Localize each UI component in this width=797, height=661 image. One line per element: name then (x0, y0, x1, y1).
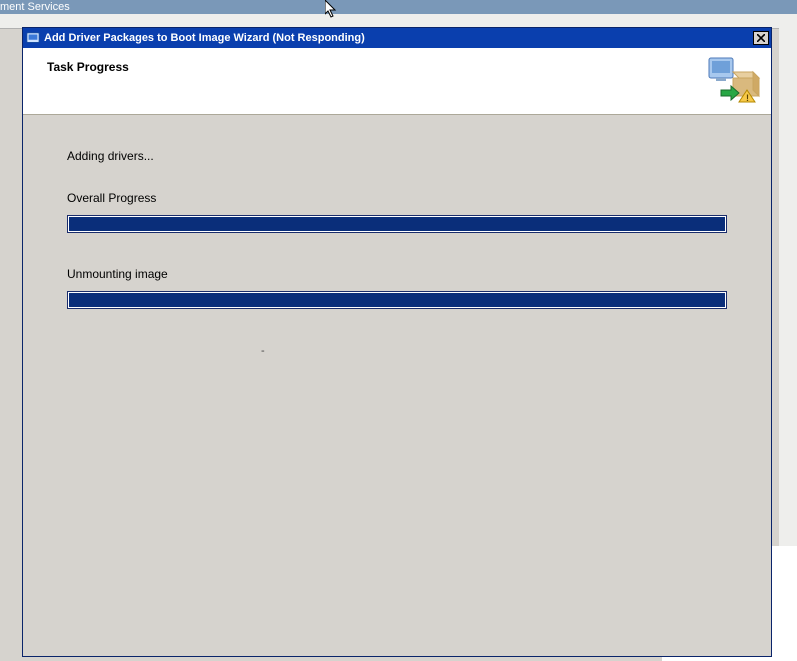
stray-mark: - (261, 345, 265, 357)
wizard-header: Task Progress ! (23, 48, 771, 115)
wizard-graphic-icon: ! (707, 56, 761, 104)
stage-progress-label: Unmounting image (67, 267, 749, 281)
status-text: Adding drivers... (67, 149, 749, 163)
overall-progress-bar (67, 215, 727, 233)
close-icon (757, 34, 765, 42)
stage-progress-bar (67, 291, 727, 309)
app-icon (26, 31, 40, 45)
overall-progress-fill (69, 217, 725, 231)
wizard-dialog: Add Driver Packages to Boot Image Wizard… (22, 27, 772, 657)
close-button[interactable] (753, 31, 769, 45)
svg-text:!: ! (746, 93, 749, 103)
dialog-titlebar[interactable]: Add Driver Packages to Boot Image Wizard… (23, 28, 771, 48)
stage-progress-fill (69, 293, 725, 307)
wizard-content: Adding drivers... Overall Progress Unmou… (23, 115, 771, 656)
parent-window-titlebar: ment Services (0, 0, 797, 14)
wizard-heading: Task Progress (23, 48, 129, 74)
parent-window-title-text: ment Services (0, 1, 70, 13)
overall-progress-label: Overall Progress (67, 191, 749, 205)
dialog-title-text: Add Driver Packages to Boot Image Wizard… (44, 32, 753, 44)
